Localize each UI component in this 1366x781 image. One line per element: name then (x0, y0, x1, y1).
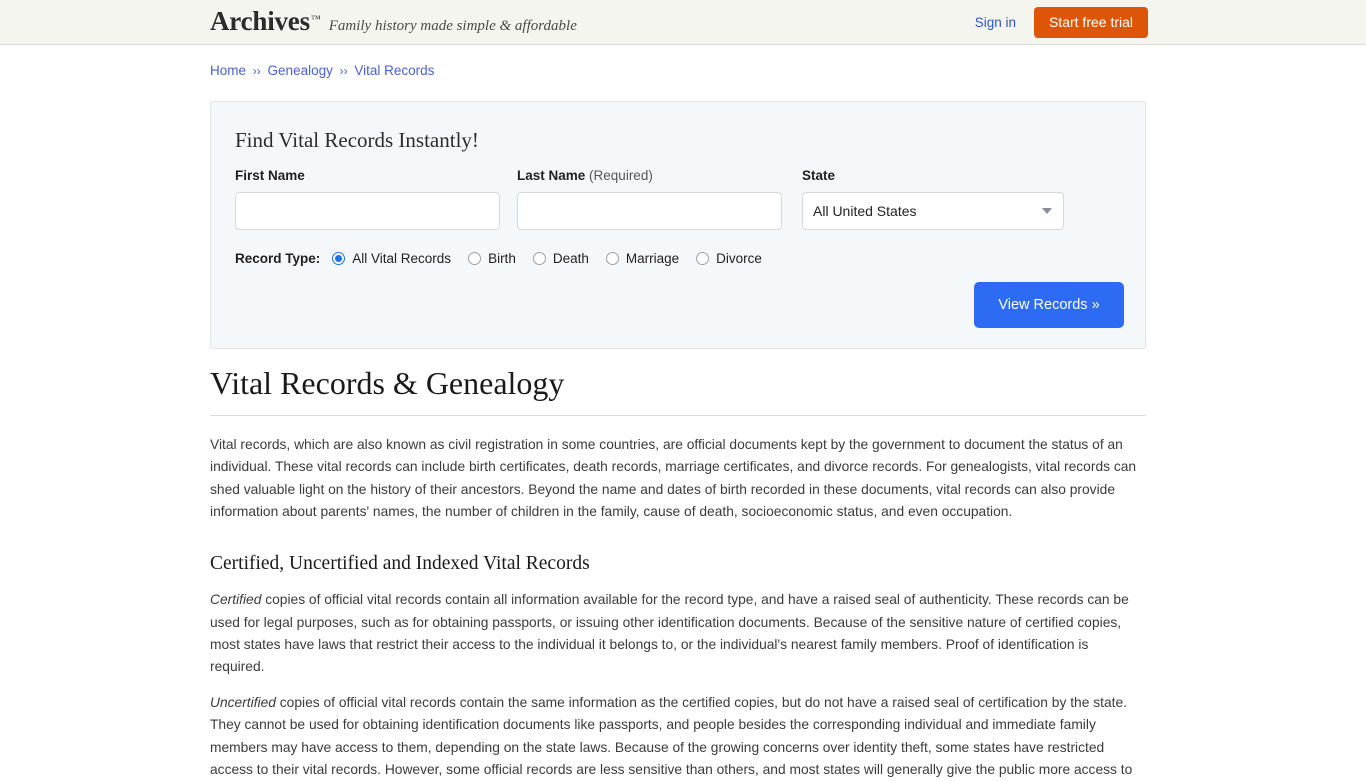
first-name-field-group: First Name (235, 168, 500, 230)
certified-term: Certified (210, 592, 262, 608)
last-name-input[interactable] (517, 192, 782, 230)
record-type-row: Record Type: All Vital Records Birth Dea… (235, 251, 779, 266)
vital-records-search-panel: Find Vital Records Instantly! First Name… (210, 101, 1146, 349)
radio-indicator-divorce[interactable] (696, 252, 710, 265)
last-name-field-group: Last Name (Required) (517, 168, 782, 230)
radio-indicator-all-vital-records[interactable] (332, 252, 346, 265)
radio-option-divorce[interactable]: Divorce (696, 251, 762, 266)
radio-indicator-marriage[interactable] (605, 252, 619, 265)
radio-option-marriage[interactable]: Marriage (605, 251, 680, 266)
view-records-button[interactable]: View Records » (974, 282, 1124, 328)
breadcrumb-item-home[interactable]: Home (210, 63, 246, 78)
first-name-label: First Name (235, 168, 305, 183)
search-panel-title: Find Vital Records Instantly! (235, 128, 479, 152)
sign-in-link[interactable]: Sign in (975, 15, 1016, 30)
record-type-label: Record Type: (235, 251, 321, 266)
last-name-label: Last Name (Required) (517, 168, 782, 183)
radio-indicator-birth[interactable] (468, 252, 482, 265)
radio-option-all-vital-records[interactable]: All Vital Records (332, 251, 451, 266)
state-select[interactable]: All United States (802, 192, 1064, 230)
breadcrumb: Home ›› Genealogy ›› Vital Records (210, 63, 434, 78)
brand-tagline: Family history made simple & affordable (328, 18, 577, 34)
last-name-label-text: Last Name (517, 168, 586, 183)
state-select-wrapper: All United States (802, 192, 1064, 230)
site-logo[interactable]: Archives ™ Family history made simple & … (210, 6, 577, 37)
radio-label-birth: Birth (488, 251, 516, 266)
breadcrumb-item-vital-records[interactable]: Vital Records (354, 63, 434, 78)
brand-name: Archives (210, 6, 310, 36)
trademark-icon: ™ (310, 14, 321, 25)
radio-label-all-vital-records: All Vital Records (352, 251, 452, 266)
uncertified-term: Uncertified (210, 695, 276, 711)
breadcrumb-separator: ›› (339, 64, 348, 78)
radio-label-divorce: Divorce (716, 251, 762, 266)
breadcrumb-item-genealogy[interactable]: Genealogy (268, 63, 333, 78)
radio-option-birth[interactable]: Birth (468, 251, 516, 266)
page-title: Vital Records & Genealogy (210, 365, 1146, 417)
radio-label-marriage: Marriage (625, 251, 680, 266)
start-free-trial-button[interactable]: Start free trial (1033, 7, 1148, 38)
article-intro-paragraph: Vital records, which are also known as c… (210, 437, 1137, 519)
uncertified-text: copies of official vital records contain… (210, 695, 1133, 777)
radio-option-death[interactable]: Death (532, 251, 589, 266)
last-name-required-note: (Required) (589, 168, 653, 183)
state-label: State (802, 168, 836, 183)
section-heading-certified: Certified, Uncertified and Indexed Vital… (210, 553, 590, 574)
radio-label-death: Death (552, 251, 589, 266)
site-header: Archives ™ Family history made simple & … (0, 0, 1366, 45)
radio-indicator-death[interactable] (532, 252, 546, 265)
header-actions: Sign in Start free trial (975, 7, 1148, 38)
state-field-group: State All United States (802, 168, 1064, 230)
header-inner: Archives ™ Family history made simple & … (0, 0, 1366, 44)
article-certified-paragraph: Certified copies of official vital recor… (210, 589, 1146, 678)
first-name-input[interactable] (235, 192, 500, 230)
breadcrumb-separator: ›› (252, 64, 261, 78)
article-body: Vital Records & Genealogy Vital records,… (210, 365, 1146, 781)
certified-text: copies of official vital records contain… (210, 592, 1129, 674)
